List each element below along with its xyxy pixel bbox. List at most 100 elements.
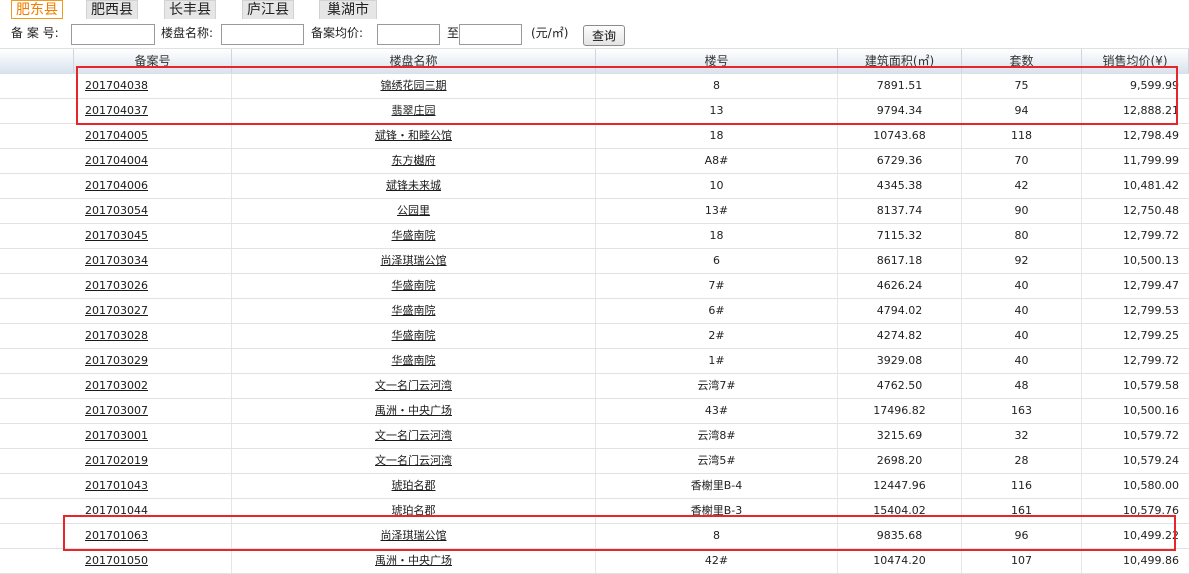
building-no: 13	[709, 104, 724, 117]
record-no-link[interactable]: 201704006	[85, 179, 148, 192]
row-spacer	[0, 99, 74, 123]
floor-area-cell: 9835.68	[838, 524, 962, 548]
results-table: 备案号 楼盘名称 楼号 建筑面积(㎡) 套数 销售均价(¥) 201704038…	[0, 48, 1189, 574]
property-name-cell: 琥珀名郡	[232, 499, 596, 523]
row-spacer	[0, 499, 74, 523]
header-building-no: 楼号	[596, 49, 838, 73]
building-no: 18	[709, 129, 724, 142]
property-name-link[interactable]: 琥珀名郡	[392, 504, 436, 517]
property-name-link[interactable]: 斌锋・和睦公馆	[375, 129, 452, 142]
record-no-link[interactable]: 201701063	[85, 529, 148, 542]
floor-area: 9835.68	[876, 529, 923, 542]
property-name-link[interactable]: 华盛南院	[392, 279, 436, 292]
header-avg-price: 销售均价(¥)	[1082, 49, 1189, 73]
table-row: 201703028 华盛南院 2# 4274.82 40 12,799.25	[0, 324, 1189, 349]
property-name-link[interactable]: 文一名门云河湾	[375, 429, 452, 442]
table-row: 201701043 琥珀名郡 香榭里B-4 12447.96 116 10,580.00	[0, 474, 1189, 499]
tab-feidong[interactable]: 肥东县	[11, 0, 63, 19]
record-no-cell: 201704006	[74, 174, 232, 198]
property-name-input[interactable]	[221, 24, 304, 45]
property-name-link[interactable]: 禹洲・中央广场	[375, 554, 452, 567]
record-no-input[interactable]	[71, 24, 155, 45]
floor-area: 6729.36	[876, 154, 923, 167]
record-no-link[interactable]: 201703034	[85, 254, 148, 267]
record-no-link[interactable]: 201703029	[85, 354, 148, 367]
tab-lujiang[interactable]: 庐江县	[242, 0, 294, 19]
property-name-link[interactable]: 禹洲・中央广场	[375, 404, 452, 417]
property-name-link[interactable]: 尚泽琪瑞公馆	[381, 254, 447, 267]
header-record-no: 备案号	[74, 49, 232, 73]
property-name-link[interactable]: 翡翠庄园	[392, 104, 436, 117]
tab-changfeng[interactable]: 长丰县	[164, 0, 216, 19]
property-name-link[interactable]: 锦绣花园三期	[381, 79, 447, 92]
record-no-link[interactable]: 201703026	[85, 279, 148, 292]
property-name-label: 楼盘名称:	[161, 26, 214, 40]
record-no-link[interactable]: 201701044	[85, 504, 148, 517]
unit-count-cell: 161	[962, 499, 1082, 523]
avg-price: 10,580.00	[1123, 479, 1179, 492]
property-name-link[interactable]: 尚泽琪瑞公馆	[381, 529, 447, 542]
avg-price-cell: 12,799.72	[1082, 224, 1189, 248]
record-no-link[interactable]: 201701050	[85, 554, 148, 567]
record-no-cell: 201703045	[74, 224, 232, 248]
record-no-link[interactable]: 201703007	[85, 404, 148, 417]
record-no-link[interactable]: 201703028	[85, 329, 148, 342]
property-name-link[interactable]: 文一名门云河湾	[375, 454, 452, 467]
record-no-link[interactable]: 201703001	[85, 429, 148, 442]
row-spacer	[0, 524, 74, 548]
unit-count: 40	[1014, 304, 1029, 317]
property-name-cell: 华盛南院	[232, 349, 596, 373]
row-spacer	[0, 249, 74, 273]
building-no: 6#	[708, 304, 725, 317]
avg-price: 10,500.16	[1123, 404, 1179, 417]
avg-price: 12,799.53	[1123, 304, 1179, 317]
record-no-cell: 201703034	[74, 249, 232, 273]
header-spacer	[0, 49, 74, 73]
property-name-link[interactable]: 华盛南院	[392, 354, 436, 367]
table-row: 201701044 琥珀名郡 香榭里B-3 15404.02 161 10,579.76	[0, 499, 1189, 524]
property-name-cell: 翡翠庄园	[232, 99, 596, 123]
tab-chaohu[interactable]: 巢湖市	[319, 0, 377, 19]
price-from-input[interactable]	[377, 24, 440, 45]
building-no: 云湾7#	[697, 379, 736, 392]
table-row: 201703001 文一名门云河湾 云湾8# 3215.69 32 10,579.72	[0, 424, 1189, 449]
building-no: 13#	[704, 204, 729, 217]
avg-price: 10,500.13	[1123, 254, 1179, 267]
table-row: 201702019 文一名门云河湾 云湾5# 2698.20 28 10,579.24	[0, 449, 1189, 474]
avg-price-cell: 11,799.99	[1082, 149, 1189, 173]
floor-area: 7115.32	[876, 229, 923, 242]
floor-area: 10743.68	[873, 129, 926, 142]
unit-count-cell: 90	[962, 199, 1082, 223]
record-no-link[interactable]: 201704037	[85, 104, 148, 117]
record-no-link[interactable]: 201701043	[85, 479, 148, 492]
floor-area: 4762.50	[876, 379, 923, 392]
record-no-link[interactable]: 201704004	[85, 154, 148, 167]
tab-feixi[interactable]: 肥西县	[86, 0, 138, 19]
unit-count-cell: 92	[962, 249, 1082, 273]
query-button[interactable]: 查询	[583, 25, 625, 46]
property-name-link[interactable]: 华盛南院	[392, 329, 436, 342]
record-no-link[interactable]: 201703002	[85, 379, 148, 392]
record-no-link[interactable]: 201702019	[85, 454, 148, 467]
property-name-link[interactable]: 华盛南院	[392, 229, 436, 242]
property-name-link[interactable]: 琥珀名郡	[392, 479, 436, 492]
record-no-link[interactable]: 201704005	[85, 129, 148, 142]
property-name-link[interactable]: 东方樾府	[392, 154, 436, 167]
price-to-input[interactable]	[459, 24, 522, 45]
property-name-link[interactable]: 公园里	[397, 204, 430, 217]
property-name-link[interactable]: 华盛南院	[392, 304, 436, 317]
building-no-cell: 1#	[596, 349, 838, 373]
record-no-link[interactable]: 201703027	[85, 304, 148, 317]
row-spacer	[0, 74, 74, 98]
unit-count: 32	[1014, 429, 1029, 442]
unit-count-cell: 94	[962, 99, 1082, 123]
property-name-link[interactable]: 斌锋未来城	[386, 179, 441, 192]
record-no-link[interactable]: 201703054	[85, 204, 148, 217]
record-no-link[interactable]: 201704038	[85, 79, 148, 92]
avg-price-label: 备案均价:	[311, 26, 364, 40]
property-name-link[interactable]: 文一名门云河湾	[375, 379, 452, 392]
floor-area: 8137.74	[876, 204, 923, 217]
building-no: 43#	[704, 404, 729, 417]
building-no-cell: A8#	[596, 149, 838, 173]
record-no-link[interactable]: 201703045	[85, 229, 148, 242]
